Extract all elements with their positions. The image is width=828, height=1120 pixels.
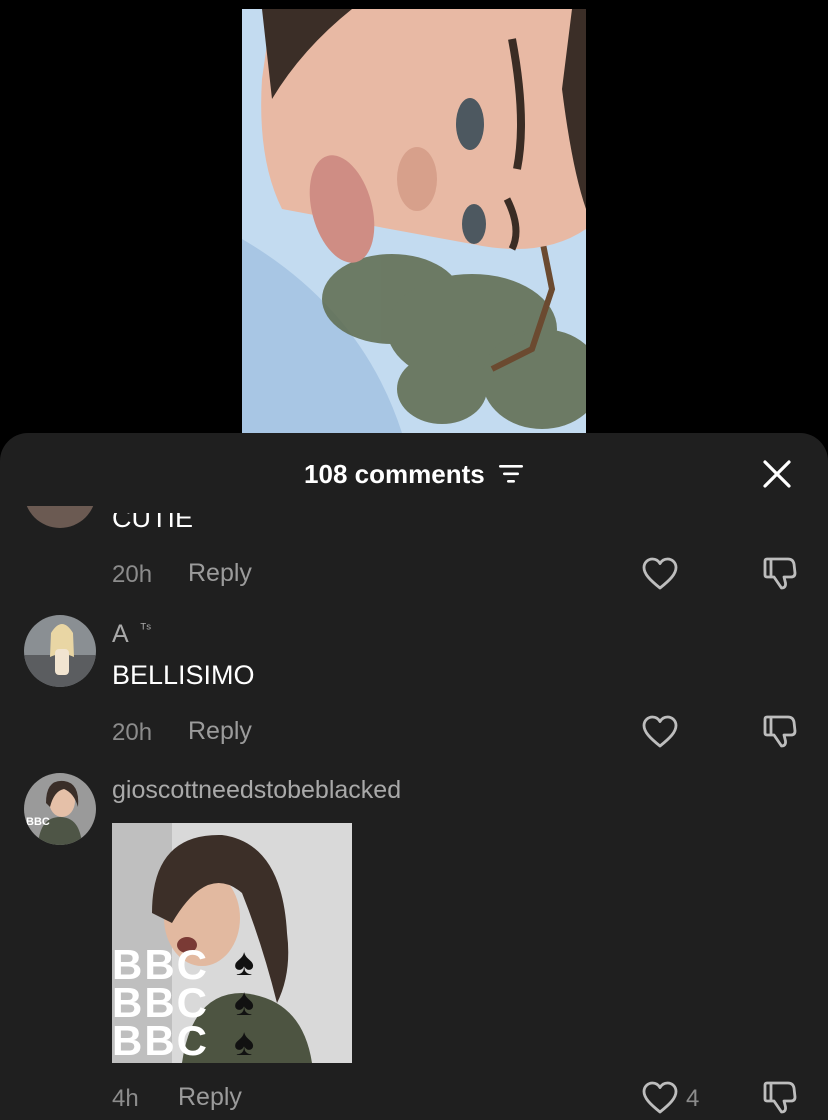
reply-button[interactable]: Reply bbox=[188, 717, 252, 746]
sort-icon[interactable] bbox=[498, 461, 524, 492]
comments-title-wrap[interactable]: 108 comments bbox=[0, 459, 828, 492]
reply-button[interactable]: Reply bbox=[178, 1083, 242, 1112]
dislike-icon[interactable] bbox=[762, 1079, 798, 1115]
comment-text: BELLISIMO bbox=[112, 660, 255, 690]
avatar[interactable]: BBC bbox=[24, 773, 96, 845]
comments-sheet: 108 comments CUTIE 20h Reply A ᵀˢ BELLIS… bbox=[0, 433, 828, 1120]
video-preview[interactable] bbox=[242, 9, 586, 433]
comments-header: 108 comments bbox=[0, 433, 828, 513]
heart-icon[interactable] bbox=[642, 715, 678, 749]
heart-icon[interactable] bbox=[642, 557, 678, 591]
username-text: A bbox=[112, 620, 128, 648]
image-overlay-text: BBC bbox=[112, 1017, 209, 1063]
dislike-icon[interactable] bbox=[762, 713, 798, 749]
comments-count-title: 108 comments bbox=[304, 459, 485, 489]
comment-time: 4h bbox=[112, 1085, 139, 1112]
like-count: 4 bbox=[686, 1085, 700, 1112]
comment-time: 20h bbox=[112, 719, 153, 746]
reply-button[interactable]: Reply bbox=[188, 559, 252, 588]
svg-text:BBC: BBC bbox=[26, 816, 50, 828]
heart-icon[interactable] bbox=[642, 1081, 678, 1115]
spade-icon: ♠ ♠ ♠ bbox=[234, 942, 255, 1063]
comment-image[interactable]: BBC BBC BBC ♠ ♠ ♠ bbox=[112, 823, 352, 1063]
avatar[interactable] bbox=[24, 615, 96, 687]
comment-username[interactable]: A ᵀˢ bbox=[112, 620, 151, 649]
comment-time: 20h bbox=[112, 561, 153, 588]
video-frame-image bbox=[242, 9, 586, 433]
dislike-icon[interactable] bbox=[762, 555, 798, 591]
comment-username[interactable]: gioscottneedstobeblacked bbox=[112, 776, 401, 805]
close-icon[interactable] bbox=[762, 459, 792, 489]
username-badge: ᵀˢ bbox=[140, 620, 152, 636]
